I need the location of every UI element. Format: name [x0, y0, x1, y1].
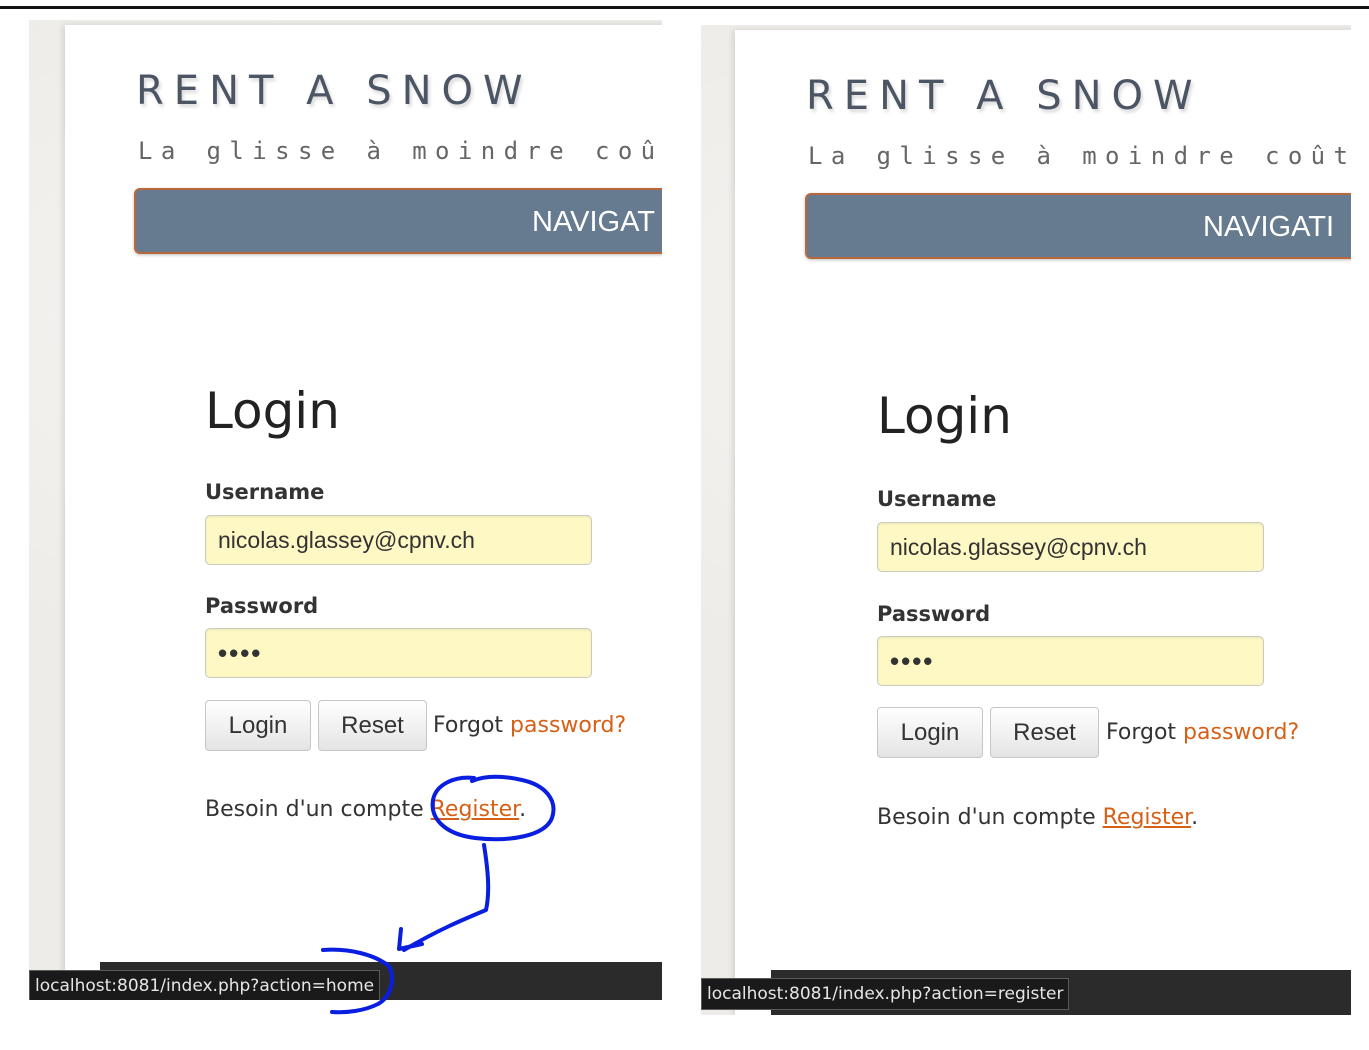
password-label: Password: [205, 594, 319, 618]
username-field[interactable]: [205, 515, 592, 565]
forgot-label: Forgot: [433, 713, 511, 738]
status-url-tooltip: localhost:8081/index.php?action=register: [701, 978, 1070, 1010]
navigation-bar[interactable]: NAVIGATI: [805, 193, 1351, 259]
page-title: Login: [205, 382, 340, 440]
status-url-tooltip: localhost:8081/index.php?action=home: [29, 970, 381, 1000]
screenshot-after: RENT A SNOW La glisse à moindre coût NAV…: [701, 25, 1351, 1015]
username-field[interactable]: [877, 522, 1264, 572]
register-suffix: .: [1191, 805, 1199, 830]
comparison-canvas: RENT A SNOW La glisse à moindre coût NAV…: [0, 0, 1369, 1050]
site-tagline: La glisse à moindre coût: [808, 142, 1351, 170]
forgot-password-text: Forgot password?: [433, 713, 626, 738]
navigation-bar[interactable]: NAVIGAT: [134, 188, 662, 254]
register-link[interactable]: Register: [431, 797, 520, 822]
screenshot-before: RENT A SNOW La glisse à moindre coût NAV…: [29, 20, 662, 1000]
password-label: Password: [877, 602, 991, 626]
need-account-text: Besoin d'un compte Register.: [877, 805, 1198, 830]
reset-button[interactable]: Reset: [318, 700, 427, 751]
top-divider: [0, 6, 1369, 9]
password-field[interactable]: [205, 628, 592, 678]
navigation-label[interactable]: NAVIGATI: [1203, 211, 1334, 244]
login-button[interactable]: Login: [877, 707, 983, 758]
forgot-password-link[interactable]: password?: [510, 713, 626, 738]
register-link[interactable]: Register: [1103, 805, 1192, 830]
password-field[interactable]: [877, 636, 1264, 686]
username-label: Username: [877, 487, 997, 511]
register-suffix: .: [519, 797, 527, 822]
forgot-password-link[interactable]: password?: [1183, 720, 1299, 745]
site-logo-text[interactable]: RENT A SNOW: [136, 68, 533, 114]
navigation-label[interactable]: NAVIGAT: [532, 206, 655, 239]
username-label: Username: [205, 480, 325, 504]
site-logo-text[interactable]: RENT A SNOW: [806, 73, 1203, 119]
forgot-password-text: Forgot password?: [1106, 720, 1299, 745]
need-account-label: Besoin d'un compte: [877, 805, 1103, 830]
login-button[interactable]: Login: [205, 700, 311, 751]
page-sheet: RENT A SNOW La glisse à moindre coût NAV…: [735, 30, 1351, 1015]
page-title: Login: [877, 387, 1012, 445]
site-tagline: La glisse à moindre coût: [138, 137, 662, 165]
need-account-text: Besoin d'un compte Register.: [205, 797, 526, 822]
reset-button[interactable]: Reset: [990, 707, 1099, 758]
forgot-label: Forgot: [1106, 720, 1184, 745]
page-sheet: RENT A SNOW La glisse à moindre coût NAV…: [65, 25, 662, 1000]
need-account-label: Besoin d'un compte: [205, 797, 431, 822]
